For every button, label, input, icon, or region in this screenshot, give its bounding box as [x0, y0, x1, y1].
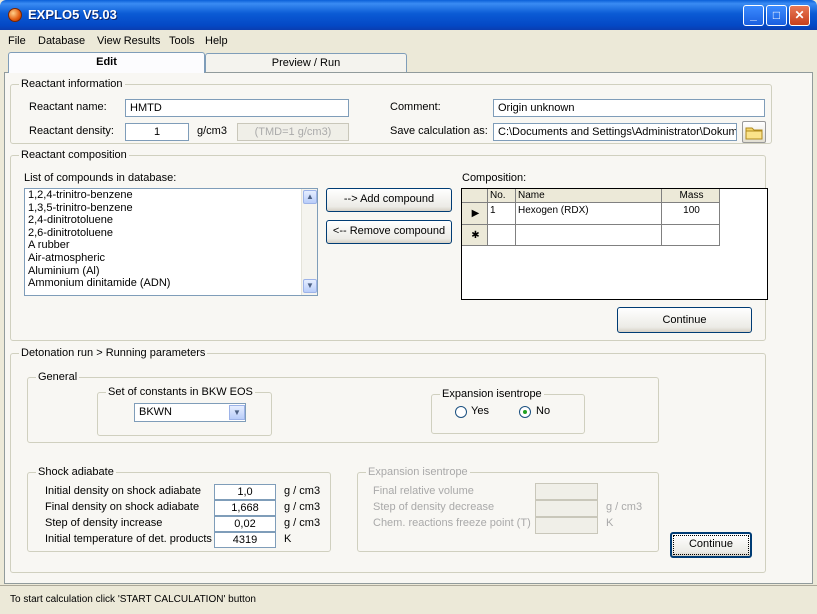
reactant-composition-legend: Reactant composition: [19, 149, 129, 161]
status-bar: To start calculation click 'START CALCUL…: [0, 585, 817, 614]
list-item[interactable]: Aluminium (Al): [25, 265, 317, 278]
add-compound-button[interactable]: --> Add compound: [326, 188, 452, 212]
chevron-down-icon[interactable]: ▼: [229, 405, 245, 420]
grid-corner: [462, 189, 488, 203]
reactant-name-label: Reactant name:: [29, 101, 107, 113]
detonation-run-legend: Detonation run > Running parameters: [19, 347, 208, 359]
expansion-no-label: No: [536, 405, 551, 417]
folder-icon: [745, 127, 763, 140]
comment-label: Comment:: [390, 101, 441, 113]
shock-row-label: Initial temperature of det. products: [45, 533, 212, 545]
status-text: To start calculation click 'START CALCUL…: [10, 594, 256, 605]
app-icon: [8, 8, 22, 22]
title-bar[interactable]: [0, 0, 817, 30]
save-path-field[interactable]: C:\Documents and Settings\Administrator\…: [493, 123, 737, 141]
tmd-field: (TMD=1 g/cm3): [237, 123, 349, 141]
new-row-asterisk-icon[interactable]: ✱: [462, 225, 488, 246]
comment-field[interactable]: Origin unknown: [493, 99, 765, 117]
reactant-density-label: Reactant density:: [29, 125, 114, 137]
bkw-select-value: BKWN: [139, 406, 172, 418]
detonation-continue-button[interactable]: Continue: [670, 532, 752, 558]
grid-cell-empty[interactable]: [488, 225, 516, 246]
remove-compound-button[interactable]: <-- Remove compound: [326, 220, 452, 244]
density-unit-label: g/cm3: [197, 125, 227, 137]
reactant-information-legend: Reactant information: [19, 78, 125, 90]
iso-row-unit: g / cm3: [606, 501, 643, 513]
scroll-up-icon[interactable]: ▲: [303, 190, 317, 204]
shock-adiabate-legend: Shock adiabate: [36, 466, 116, 478]
menu-help[interactable]: Help: [205, 35, 228, 47]
final-density-field[interactable]: 1,668: [214, 500, 276, 516]
density-decrease-field: [535, 500, 598, 517]
save-as-label: Save calculation as:: [390, 125, 488, 137]
list-item[interactable]: Ammonium dinitamide (ADN): [25, 277, 317, 290]
menu-database[interactable]: Database: [38, 35, 85, 47]
list-item[interactable]: 2,6-dinitrotoluene: [25, 227, 317, 240]
iso-row-label: Chem. reactions freeze point (T): [373, 517, 531, 529]
composition-continue-button[interactable]: Continue: [617, 307, 752, 333]
grid-header-mass: Mass: [662, 189, 720, 203]
grid-cell-empty[interactable]: [516, 225, 662, 246]
shock-row-label: Step of density increase: [45, 517, 163, 529]
bkw-legend: Set of constants in BKW EOS: [106, 386, 255, 398]
expansion-isentrope-choice-group: Expansion isentrope: [431, 388, 585, 434]
general-legend: General: [36, 371, 80, 383]
tab-preview-run[interactable]: Preview / Run: [205, 53, 407, 73]
iso-row-unit: K: [606, 517, 614, 529]
grid-cell-mass[interactable]: 100: [662, 203, 720, 225]
shock-row-label: Final density on shock adiabate: [45, 501, 200, 513]
expansion-no-radio[interactable]: [519, 406, 531, 418]
window-title: EXPLO5 V5.03: [28, 7, 117, 22]
maximize-button[interactable]: □: [766, 5, 787, 26]
grid-header-name: Name: [516, 189, 662, 203]
list-item[interactable]: Air-atmospheric: [25, 252, 317, 265]
row-selector-arrow-icon[interactable]: ▶: [462, 203, 488, 225]
expansion-choice-legend: Expansion isentrope: [440, 388, 544, 400]
list-scrollbar[interactable]: ▲ ▼: [301, 189, 317, 295]
list-item[interactable]: 2,4-dinitrotoluene: [25, 214, 317, 227]
browse-folder-button[interactable]: [742, 121, 766, 143]
composition-label: Composition:: [462, 172, 527, 184]
composition-grid[interactable]: No. Name Mass ▶ 1 Hexogen (RDX) 100 ✱: [461, 188, 768, 300]
shock-row-unit: g / cm3: [284, 517, 321, 529]
reactant-name-field[interactable]: HMTD: [125, 99, 349, 117]
compound-list[interactable]: 1,2,4-trinitro-benzene 1,3,5-trinitro-be…: [24, 188, 318, 296]
shock-row-unit: g / cm3: [284, 501, 321, 513]
grid-cell-empty[interactable]: [662, 225, 720, 246]
initial-temperature-field[interactable]: 4319: [214, 532, 276, 548]
shock-row-unit: K: [284, 533, 292, 545]
scroll-down-icon[interactable]: ▼: [303, 279, 317, 293]
expansion-isentrope-legend: Expansion isentrope: [366, 466, 470, 478]
compound-list-label: List of compounds in database:: [24, 172, 177, 184]
expansion-yes-radio[interactable]: [455, 406, 467, 418]
menu-file[interactable]: File: [8, 35, 26, 47]
shock-row-unit: g / cm3: [284, 485, 321, 497]
reactant-density-field[interactable]: 1: [125, 123, 189, 141]
menu-bar: File Database View Results Tools Help: [0, 31, 817, 51]
final-relative-volume-field: [535, 483, 598, 500]
list-item[interactable]: 1,2,4-trinitro-benzene: [25, 189, 317, 202]
iso-row-label: Step of density decrease: [373, 501, 495, 513]
initial-density-field[interactable]: 1,0: [214, 484, 276, 500]
grid-cell-no[interactable]: 1: [488, 203, 516, 225]
menu-tools[interactable]: Tools: [169, 35, 195, 47]
freeze-point-field: [535, 517, 598, 534]
grid-cell-name[interactable]: Hexogen (RDX): [516, 203, 662, 225]
list-item[interactable]: A rubber: [25, 239, 317, 252]
tab-edit[interactable]: Edit: [8, 52, 205, 73]
list-item[interactable]: 1,3,5-trinitro-benzene: [25, 202, 317, 215]
shock-row-label: Initial density on shock adiabate: [45, 485, 201, 497]
iso-row-label: Final relative volume: [373, 485, 474, 497]
close-button[interactable]: ✕: [789, 5, 810, 26]
grid-header-no: No.: [488, 189, 516, 203]
density-step-field[interactable]: 0,02: [214, 516, 276, 532]
menu-view-results[interactable]: View Results: [97, 35, 160, 47]
expansion-yes-label: Yes: [471, 405, 489, 417]
minimize-button[interactable]: _: [743, 5, 764, 26]
